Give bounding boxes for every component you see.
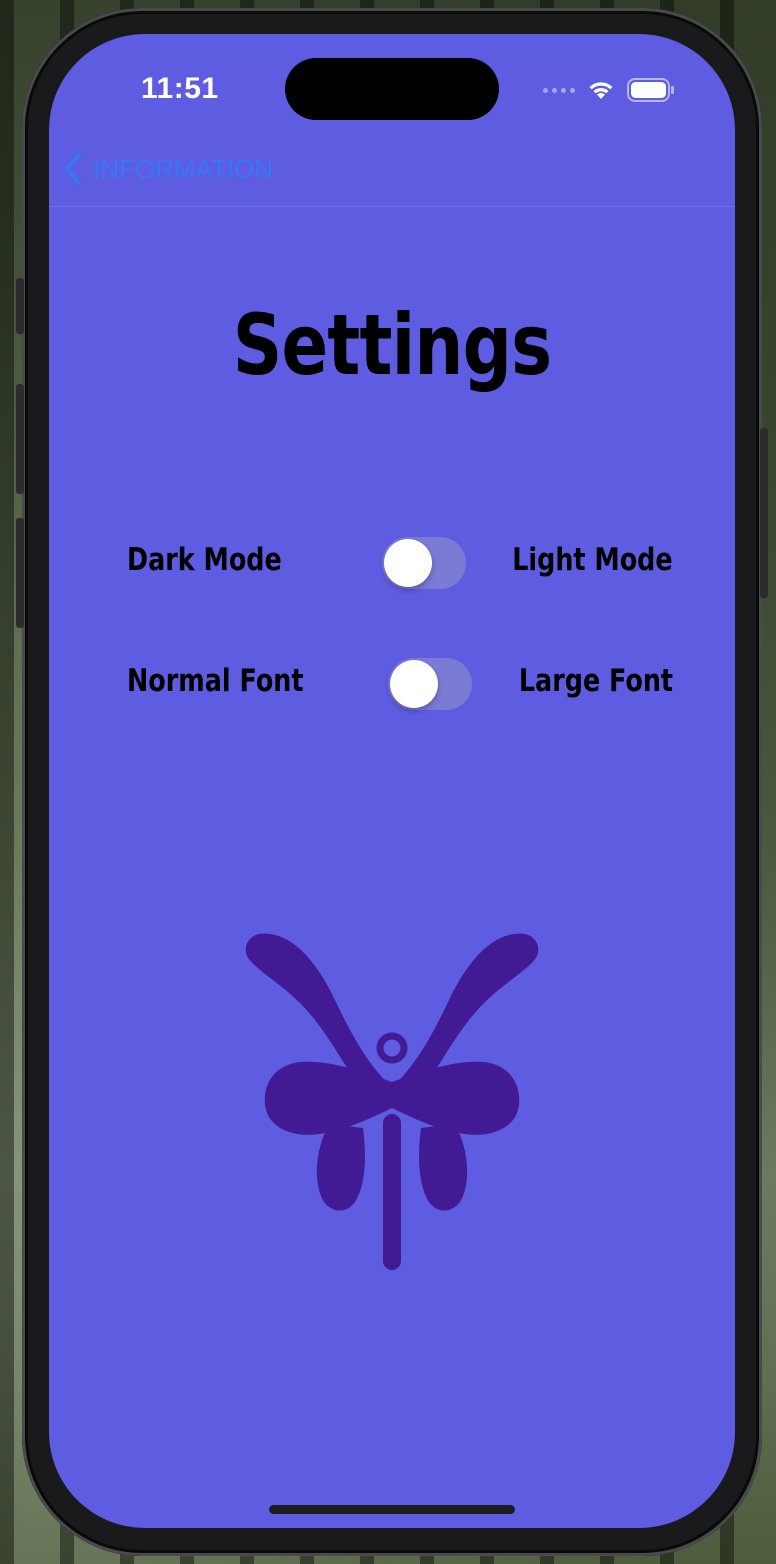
power-button bbox=[760, 428, 768, 598]
back-button-label: INFORMATION bbox=[93, 153, 274, 184]
status-time: 11:51 bbox=[141, 72, 219, 105]
toggle-knob bbox=[390, 660, 438, 708]
wifi-icon bbox=[589, 82, 613, 99]
font-size-toggle[interactable] bbox=[388, 658, 472, 710]
battery-icon bbox=[627, 78, 674, 102]
home-indicator[interactable] bbox=[269, 1505, 515, 1514]
settings-row-font: Normal Font Large Font bbox=[49, 653, 735, 713]
back-button[interactable]: INFORMATION bbox=[63, 152, 273, 186]
action-button bbox=[16, 278, 24, 334]
chevron-left-icon bbox=[65, 153, 81, 185]
dynamic-island bbox=[285, 58, 499, 120]
cellular-signal-icon bbox=[543, 87, 575, 93]
light-mode-label: Light Mode bbox=[512, 542, 673, 578]
dark-mode-label: Dark Mode bbox=[127, 542, 282, 578]
settings-row-theme: Dark Mode Light Mode bbox=[49, 532, 735, 592]
volume-up-button bbox=[16, 384, 24, 494]
normal-font-label: Normal Font bbox=[127, 663, 304, 699]
theme-toggle[interactable] bbox=[382, 537, 466, 589]
status-indicators bbox=[543, 78, 675, 102]
app-screen: 11:51 INFORMATION Settings Dark Mode Lig… bbox=[49, 34, 735, 1528]
butterfly-logo-icon bbox=[245, 933, 539, 1270]
navigation-bar: INFORMATION bbox=[49, 142, 735, 207]
page-title: Settings bbox=[232, 296, 552, 394]
large-font-label: Large Font bbox=[518, 663, 673, 699]
volume-down-button bbox=[16, 518, 24, 628]
toggle-knob bbox=[384, 539, 432, 587]
